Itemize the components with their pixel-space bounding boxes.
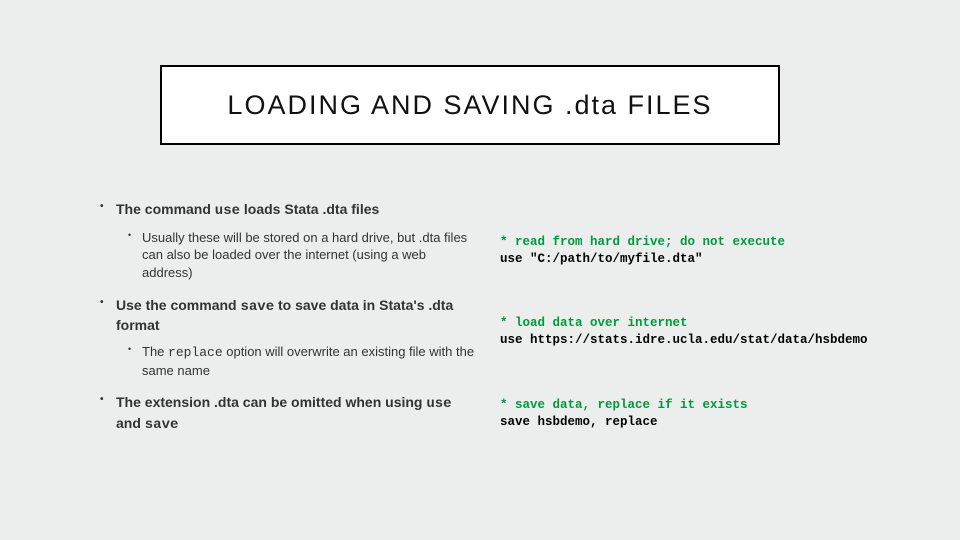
code-column: * read from hard drive; do not execute u… — [500, 200, 920, 510]
text: Use the command — [116, 297, 240, 313]
sub-list: The replace option will overwrite an exi… — [116, 343, 480, 379]
slide-title: LOADING AND SAVING .dta FILES — [227, 90, 712, 121]
code-block-3: * save data, replace if it exists save h… — [500, 397, 920, 431]
inline-code: use — [426, 396, 451, 412]
text: The command — [116, 201, 215, 217]
sub-list: Usually these will be stored on a hard d… — [116, 229, 480, 282]
bullet-3: The extension .dta can be omitted when u… — [100, 393, 480, 435]
code-command: save hsbdemo, replace — [500, 415, 658, 429]
slide: LOADING AND SAVING .dta FILES The comman… — [0, 0, 960, 540]
sub-bullet: The replace option will overwrite an exi… — [128, 343, 480, 379]
code-block-1: * read from hard drive; do not execute u… — [500, 234, 920, 268]
text: and — [116, 415, 145, 431]
text: The — [142, 344, 168, 359]
bullet-1: The command use loads Stata .dta files U… — [100, 200, 480, 282]
body-region: The command use loads Stata .dta files U… — [100, 200, 920, 510]
inline-code: save — [145, 417, 179, 433]
code-comment: * load data over internet — [500, 316, 688, 330]
code-command: use https://stats.idre.ucla.edu/stat/dat… — [500, 333, 868, 347]
text: loads Stata .dta files — [240, 201, 379, 217]
text: The extension .dta can be omitted when u… — [116, 394, 426, 410]
code-comment: * save data, replace if it exists — [500, 398, 748, 412]
code-block-2: * load data over internet use https://st… — [500, 315, 920, 349]
code-command: use "C:/path/to/myfile.dta" — [500, 252, 703, 266]
inline-code: use — [215, 203, 240, 219]
title-box: LOADING AND SAVING .dta FILES — [160, 65, 780, 145]
bullet-list: The command use loads Stata .dta files U… — [100, 200, 480, 435]
sub-bullet: Usually these will be stored on a hard d… — [128, 229, 480, 282]
bullet-2: Use the command save to save data in Sta… — [100, 296, 480, 380]
inline-code: replace — [168, 345, 223, 360]
code-comment: * read from hard drive; do not execute — [500, 235, 785, 249]
left-column: The command use loads Stata .dta files U… — [100, 200, 500, 510]
inline-code: save — [240, 299, 274, 315]
